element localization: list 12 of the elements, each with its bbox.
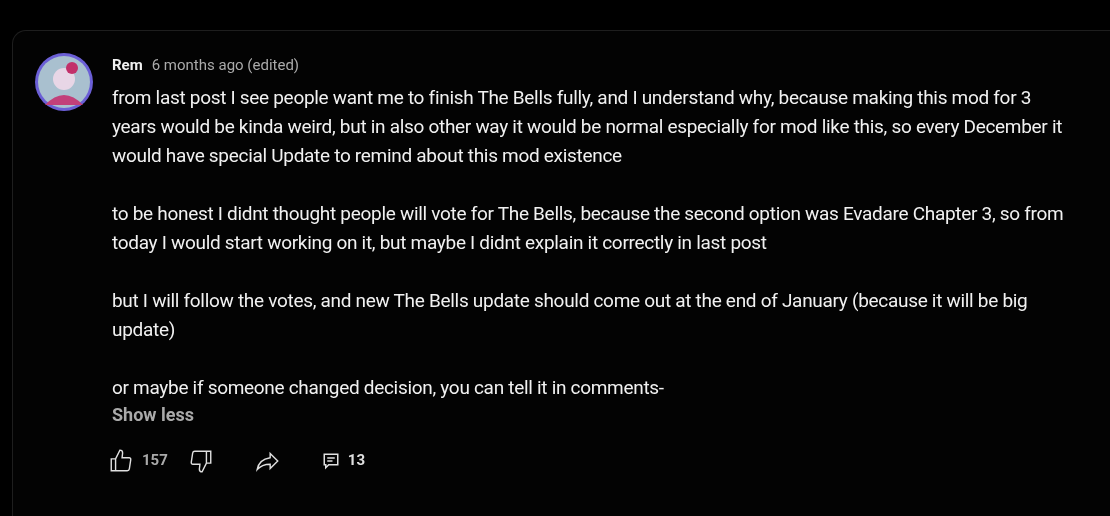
post-paragraph: but I will follow the votes, and new The Bells update should come out at the end of January (because it will be big update): [112, 287, 1029, 343]
post-time: 6 months ago (edited): [151, 55, 300, 76]
post-paragraph: to be honest I didnt thought people will vote for The Bells, because the second option was Evadare Chapter 3, so from today I would start working on it, but maybe I didnt explain it correctly in last post: [112, 200, 1065, 256]
post-paragraph: or maybe if someone changed decision, you can tell it in comments-: [112, 374, 665, 401]
show-less-link[interactable]: Show less: [112, 401, 194, 428]
comment-icon: [321, 451, 340, 470]
thumbs-up-icon: [108, 447, 134, 474]
post-paragraph: from last post I see people want me to finish The Bells fully, and I understand why, because making this mod for 3 years would be kinda weird, but in also other way it would be normal especially for mod like this, so every December it would have special Update to remind about this mod existence: [112, 84, 1064, 169]
author-name[interactable]: Rem: [112, 54, 143, 77]
avatar: [35, 53, 93, 111]
like-button[interactable]: 157: [108, 447, 168, 474]
comments-button[interactable]: 13: [321, 449, 366, 472]
